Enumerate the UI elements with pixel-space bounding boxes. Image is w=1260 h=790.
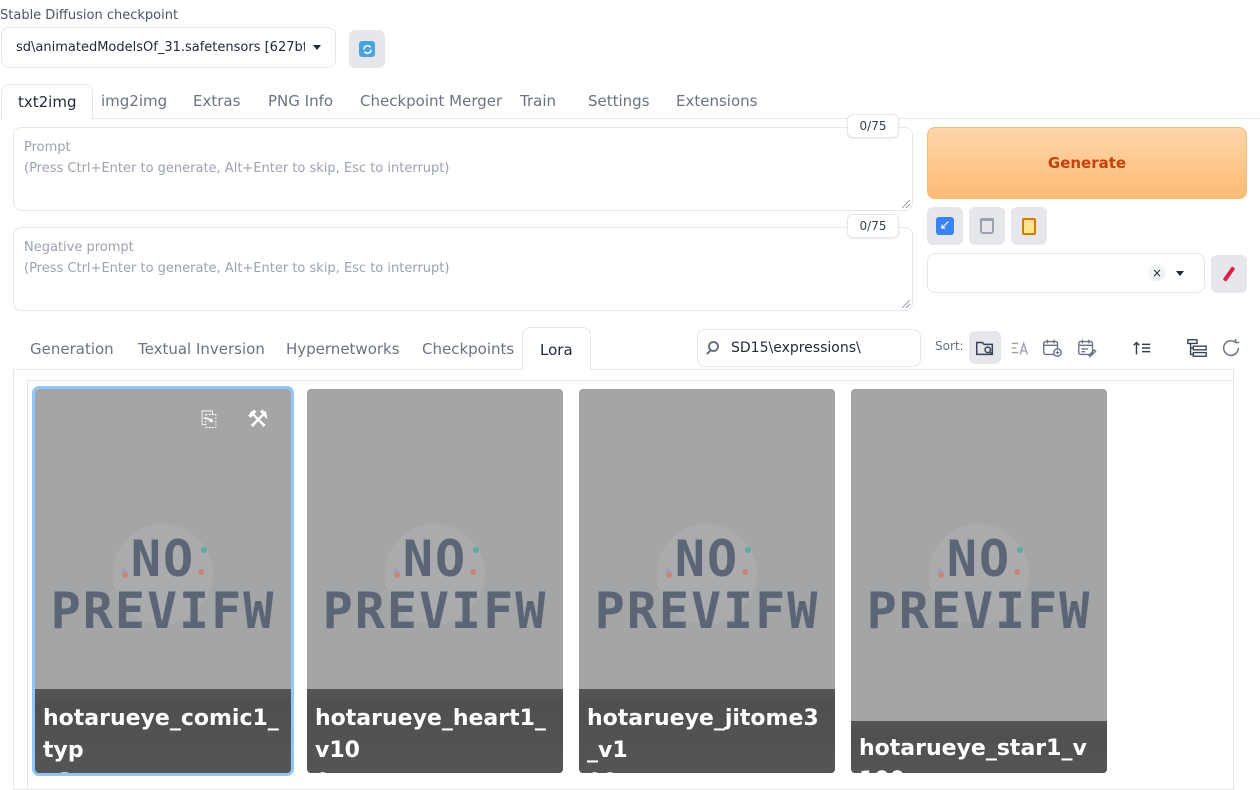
no-preview-text: PREVIFW: [594, 582, 820, 640]
lora-card-name-line: 0: [315, 767, 555, 773]
tab-textual-inversion[interactable]: Textual Inversion: [121, 327, 282, 371]
lora-card-name-line: hotarueye_heart1_v10: [315, 706, 546, 763]
tree-view-icon: [1187, 338, 1207, 357]
lora-card-name-line: 00: [587, 767, 827, 773]
tab-txt2img[interactable]: txt2img: [1, 84, 94, 120]
sort-by-path-button[interactable]: [969, 331, 1001, 364]
sort-by-date-modified-button[interactable]: [1071, 331, 1103, 364]
refresh-icon: [1223, 338, 1240, 356]
lora-card[interactable]: NO PREVIFW hotarueye_star1_v100: [851, 389, 1107, 773]
tab-png-info[interactable]: PNG Info: [252, 84, 349, 120]
negative-prompt-textarea[interactable]: Negative prompt (Press Ctrl+Enter to gen…: [13, 227, 913, 311]
tab-img2img[interactable]: img2img: [85, 84, 183, 120]
tab-generation[interactable]: Generation: [13, 327, 131, 371]
prompt-label: Prompt: [24, 140, 71, 155]
no-preview-text: PREVIFW: [50, 582, 276, 640]
search-icon: [708, 341, 719, 352]
calendar-add-icon: [1043, 339, 1062, 357]
lora-card-name-line: hotarueye_star1_v100: [859, 736, 1087, 773]
edit-styles-button[interactable]: [1211, 255, 1247, 293]
no-preview-image: NO PREVIFW: [851, 504, 1107, 644]
styles-dropdown[interactable]: ×: [927, 253, 1205, 293]
lora-card-name-line: e3: [43, 767, 283, 773]
generate-button[interactable]: Generate: [927, 127, 1247, 199]
lora-card-name: hotarueye_comic1_typ e3: [35, 689, 291, 773]
negative-prompt-label: Negative prompt: [24, 240, 134, 255]
copy-path-icon[interactable]: ⎘: [201, 407, 217, 431]
sort-alpha-icon: [1011, 340, 1028, 355]
no-preview-image: NO PREVIFW: [307, 504, 563, 644]
no-preview-image: NO PREVIFW: [35, 504, 291, 644]
refresh-checkpoint-button[interactable]: [349, 30, 385, 68]
tab-extensions[interactable]: Extensions: [660, 84, 773, 120]
tools-icon[interactable]: ⚒: [247, 405, 269, 433]
lora-card[interactable]: NO PREVIFW ⎘ ⚒ hotarueye_comic1_typ e3: [32, 386, 294, 776]
lora-card[interactable]: NO PREVIFW hotarueye_jitome3_v1 00: [579, 389, 835, 773]
negative-prompt-token-counter: 0/75: [847, 214, 899, 238]
search-value: SD15\expressions\: [731, 340, 861, 356]
no-preview-text: PREVIFW: [866, 582, 1092, 640]
arrow-down-left-icon: ↙: [936, 217, 954, 235]
no-preview-text: NO: [402, 530, 468, 588]
trash-icon: [980, 218, 994, 234]
no-preview-text: NO: [946, 530, 1012, 588]
prompt-textarea[interactable]: Prompt (Press Ctrl+Enter to generate, Al…: [13, 127, 913, 211]
main-tab-bar: txt2img img2img Extras PNG Info Checkpoi…: [0, 84, 1260, 120]
no-preview-image: NO PREVIFW: [579, 504, 835, 644]
refresh-networks-button[interactable]: [1215, 331, 1247, 364]
tab-checkpoint-merger[interactable]: Checkpoint Merger: [344, 84, 518, 120]
clear-icon[interactable]: ×: [1148, 264, 1166, 282]
sort-by-name-button[interactable]: [1004, 331, 1036, 364]
tree-view-button[interactable]: [1181, 331, 1213, 364]
negative-prompt-placeholder: (Press Ctrl+Enter to generate, Alt+Enter…: [24, 261, 450, 276]
pencil-icon: [1222, 266, 1236, 282]
no-preview-text: NO: [130, 530, 196, 588]
lora-card-name-line: hotarueye_comic1_typ: [43, 706, 279, 763]
lora-card[interactable]: NO PREVIFW hotarueye_heart1_v10 0: [307, 389, 563, 773]
checkpoint-label: Stable Diffusion checkpoint: [0, 8, 179, 23]
checkpoint-value: sd\animatedModelsOf_31.safetensors [627b…: [16, 40, 305, 55]
checkpoint-dropdown[interactable]: sd\animatedModelsOf_31.safetensors [627b…: [1, 27, 336, 68]
tab-checkpoints[interactable]: Checkpoints: [405, 327, 531, 371]
sort-by-date-created-button[interactable]: [1036, 331, 1068, 364]
tab-settings[interactable]: Settings: [572, 84, 666, 120]
folder-search-icon: [976, 341, 994, 355]
lora-card-name: hotarueye_star1_v100: [851, 721, 1107, 773]
no-preview-text: PREVIFW: [322, 582, 548, 640]
no-preview-text: NO: [674, 530, 740, 588]
sort-order-button[interactable]: [1126, 331, 1158, 364]
tab-extras[interactable]: Extras: [177, 84, 256, 120]
resize-handle[interactable]: [902, 300, 910, 308]
apply-style-button[interactable]: [1011, 207, 1047, 245]
refresh-icon: [359, 41, 375, 57]
tab-lora[interactable]: Lora: [522, 327, 591, 371]
chevron-down-icon: [1176, 271, 1184, 276]
lora-card-name-line: hotarueye_jitome3_v1: [587, 706, 819, 763]
prompt-placeholder: (Press Ctrl+Enter to generate, Alt+Enter…: [24, 161, 450, 176]
read-params-button[interactable]: ↙: [927, 207, 963, 245]
lora-card-name: hotarueye_heart1_v10 0: [307, 689, 563, 773]
clear-prompt-button[interactable]: [969, 207, 1005, 245]
clipboard-icon: [1022, 217, 1036, 235]
calendar-edit-icon: [1078, 339, 1097, 358]
tab-train[interactable]: Train: [504, 84, 572, 120]
sort-label: Sort:: [935, 339, 964, 353]
search-input[interactable]: SD15\expressions\: [697, 329, 921, 367]
prompt-token-counter: 0/75: [847, 114, 899, 138]
lora-card-name: hotarueye_jitome3_v1 00: [579, 689, 835, 773]
tab-hypernetworks[interactable]: Hypernetworks: [269, 327, 417, 371]
chevron-down-icon: [313, 45, 321, 50]
sort-ascending-icon: [1133, 340, 1151, 354]
resize-handle[interactable]: [902, 200, 910, 208]
